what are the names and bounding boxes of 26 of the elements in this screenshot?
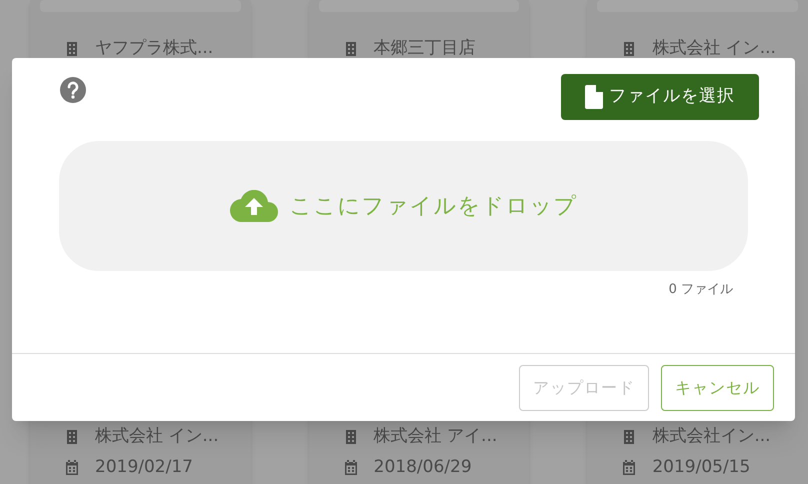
help-icon[interactable] — [60, 77, 86, 103]
company-name: 株式会社イン... — [652, 425, 771, 448]
select-file-button[interactable]: ファイルを選択 — [561, 74, 759, 120]
file-count: 0 ファイル — [668, 281, 733, 299]
calendar-icon — [622, 460, 636, 475]
calendar-icon — [65, 460, 79, 475]
drop-zone-label: ここにファイルをドロップ — [290, 192, 578, 220]
calendar-icon — [344, 460, 358, 475]
company-name: 本郷三丁目店 — [374, 37, 476, 60]
company-name: 株式会社 イン... — [652, 37, 776, 60]
drop-zone[interactable]: ここにファイルをドロップ — [59, 141, 748, 271]
building-icon — [66, 42, 78, 56]
cloud-upload-icon — [230, 190, 278, 222]
building-icon — [623, 430, 636, 444]
date-text: 2018/06/29 — [374, 456, 472, 478]
building-icon — [66, 430, 78, 444]
cancel-button[interactable]: キャンセル — [661, 365, 774, 411]
company-name: 株式会社 アイ... — [374, 425, 498, 448]
company-name: ヤフプラ株式... — [95, 37, 214, 60]
building-icon — [344, 430, 357, 444]
company-name: 株式会社 イン... — [95, 425, 219, 448]
building-icon — [623, 42, 636, 56]
date-text: 2019/02/17 — [95, 456, 193, 478]
file-icon — [585, 85, 603, 109]
building-icon — [344, 42, 357, 56]
date-text: 2019/05/15 — [652, 456, 750, 478]
